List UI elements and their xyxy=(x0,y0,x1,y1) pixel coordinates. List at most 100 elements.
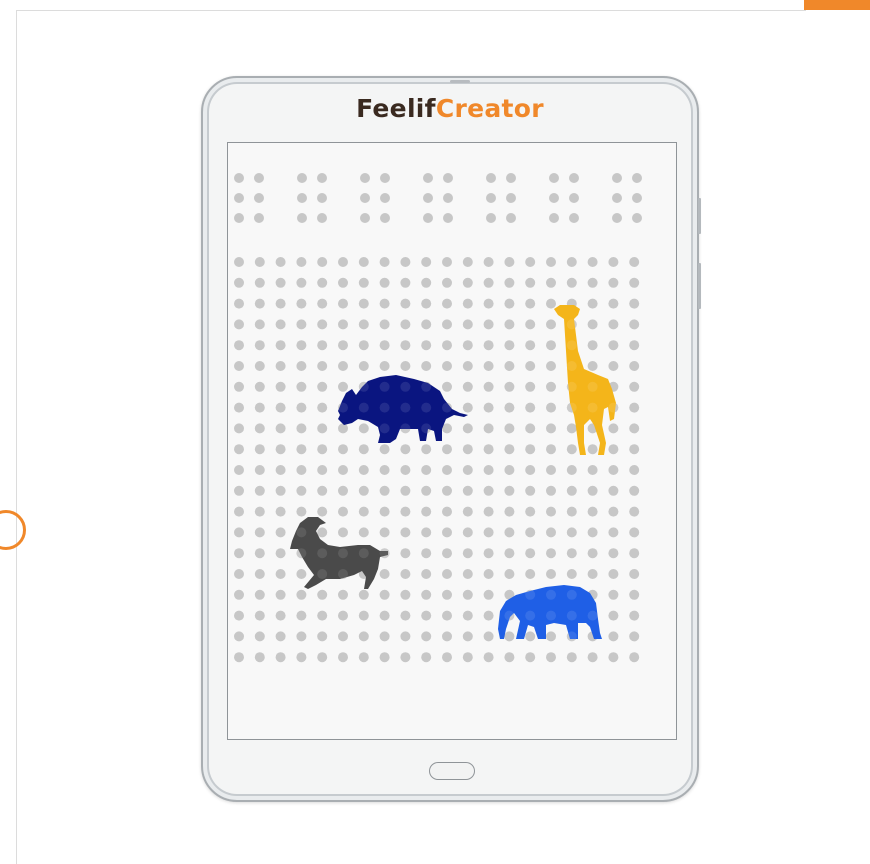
home-button-icon[interactable] xyxy=(429,762,475,780)
braille-dot xyxy=(317,173,327,183)
matrix-dot xyxy=(234,402,244,413)
matrix-dot xyxy=(546,506,556,517)
shape-dot xyxy=(358,381,369,392)
braille-dot xyxy=(423,193,433,203)
matrix-dot xyxy=(546,361,556,371)
matrix-dot xyxy=(254,319,265,330)
shape-dot xyxy=(296,527,307,538)
shape-dot xyxy=(296,548,307,559)
matrix-dot xyxy=(338,652,348,663)
matrix-dot xyxy=(379,652,390,663)
matrix-dot xyxy=(234,381,244,392)
matrix-dot xyxy=(400,589,411,600)
matrix-dot xyxy=(379,527,390,538)
matrix-dot xyxy=(504,548,515,559)
matrix-dot xyxy=(483,631,494,642)
matrix-dot xyxy=(546,402,556,413)
matrix-dot xyxy=(317,527,328,538)
matrix-dot xyxy=(442,319,452,330)
matrix-dot xyxy=(421,548,432,559)
giraffe-icon[interactable] xyxy=(554,305,616,455)
shape-dot xyxy=(338,402,348,413)
matrix-dot xyxy=(546,423,556,434)
matrix-dot xyxy=(587,361,598,371)
matrix-dot xyxy=(587,277,598,288)
matrix-dot xyxy=(504,361,515,371)
matrix-dot xyxy=(400,465,411,475)
matrix-dot xyxy=(608,340,619,351)
matrix-dot xyxy=(379,340,390,351)
matrix-dot xyxy=(358,465,369,475)
braille-dot xyxy=(380,213,390,223)
matrix-dot xyxy=(296,381,307,392)
matrix-dot xyxy=(504,319,515,330)
matrix-dot xyxy=(462,506,473,517)
braille-dot xyxy=(612,213,622,223)
matrix-dot xyxy=(504,381,515,392)
matrix-dot xyxy=(483,444,494,455)
matrix-dot xyxy=(254,381,265,392)
braille-dot xyxy=(254,193,264,203)
matrix-dot xyxy=(629,506,640,517)
matrix-dot xyxy=(546,631,556,642)
matrix-dot xyxy=(400,548,411,559)
matrix-dot xyxy=(358,340,369,351)
matrix-dot xyxy=(566,277,577,288)
matrix-dot xyxy=(546,444,556,455)
braille-dot xyxy=(254,173,264,183)
matrix-dot xyxy=(421,444,432,455)
matrix-dot xyxy=(483,652,494,663)
matrix-dot xyxy=(566,506,577,517)
braille-dot xyxy=(612,193,622,203)
side-ring-icon xyxy=(0,510,26,550)
braille-dot xyxy=(317,213,327,223)
matrix-dot xyxy=(629,548,640,559)
matrix-dot xyxy=(504,423,515,434)
braille-dot xyxy=(506,213,516,223)
matrix-dot xyxy=(400,340,411,351)
matrix-dot xyxy=(296,610,307,621)
matrix-dot xyxy=(546,652,556,663)
matrix-dot xyxy=(358,423,369,434)
matrix-dot xyxy=(462,485,473,496)
shape-dot xyxy=(400,402,411,413)
matrix-dot xyxy=(504,631,515,642)
matrix-dot xyxy=(504,485,515,496)
matrix-dot xyxy=(525,381,536,392)
tactile-screen[interactable] xyxy=(227,142,677,740)
brand-part-2: Creator xyxy=(435,94,544,123)
matrix-dot xyxy=(234,257,244,267)
matrix-dot xyxy=(587,298,598,309)
matrix-dot xyxy=(379,569,390,579)
matrix-dot xyxy=(629,298,640,309)
camera-icon xyxy=(450,80,470,83)
power-button[interactable] xyxy=(698,263,701,309)
matrix-dot xyxy=(421,589,432,600)
matrix-dot xyxy=(525,569,536,579)
matrix-dot xyxy=(608,610,619,621)
matrix-dot xyxy=(566,485,577,496)
matrix-dot xyxy=(442,298,452,309)
braille-dot xyxy=(486,173,496,183)
matrix-dot xyxy=(442,381,452,392)
matrix-dot xyxy=(629,340,640,351)
matrix-dot xyxy=(421,569,432,579)
matrix-dot xyxy=(358,589,369,600)
matrix-dot xyxy=(546,340,556,351)
matrix-dot xyxy=(317,485,328,496)
matrix-dot xyxy=(504,277,515,288)
shape-dot xyxy=(587,610,598,621)
matrix-dot xyxy=(338,361,348,371)
matrix-dot xyxy=(234,361,244,371)
shape-dot xyxy=(421,402,432,413)
matrix-dot xyxy=(566,527,577,538)
matrix-dot xyxy=(442,485,452,496)
volume-button[interactable] xyxy=(698,198,701,234)
matrix-dot xyxy=(462,527,473,538)
matrix-dot xyxy=(379,298,390,309)
braille-dot xyxy=(569,173,579,183)
matrix-dot xyxy=(442,527,452,538)
matrix-dot xyxy=(525,506,536,517)
shape-dot xyxy=(525,589,536,600)
shape-dot xyxy=(421,423,432,434)
